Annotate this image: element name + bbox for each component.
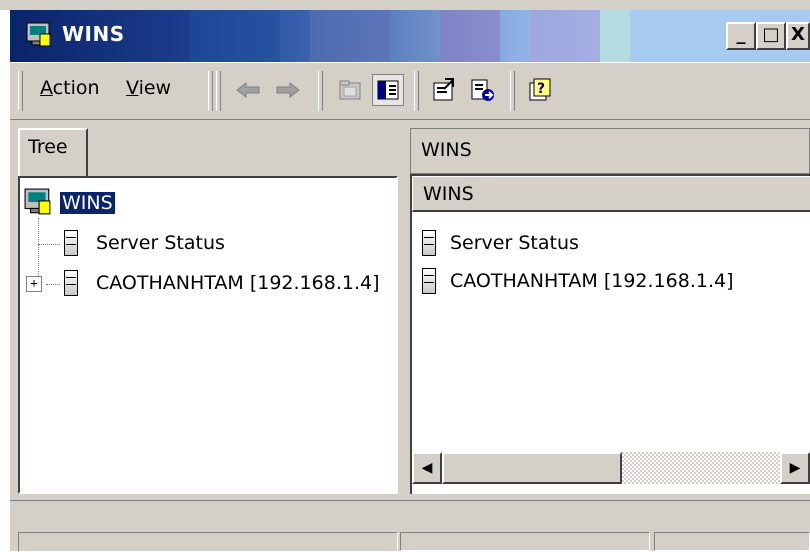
toolbar-grip[interactable] — [208, 71, 213, 111]
wins-app-icon — [26, 22, 51, 47]
toolbar-separator — [510, 71, 515, 111]
window-frame-edge — [0, 10, 10, 551]
title-bar-band — [190, 10, 280, 62]
toolbar-grip[interactable] — [18, 71, 23, 111]
back-arrow-icon[interactable] — [232, 74, 264, 106]
status-cell — [654, 532, 810, 551]
title-bar-band — [600, 10, 630, 62]
maximize-icon: □ — [762, 24, 780, 45]
title-bar-band — [440, 10, 500, 62]
minimize-icon: _ — [736, 24, 746, 45]
wins-node-icon — [24, 188, 51, 215]
properties-icon[interactable] — [428, 74, 460, 106]
menu-action-accel: A — [40, 77, 53, 99]
server-icon — [422, 268, 436, 294]
scroll-left-button[interactable]: ◀ — [412, 452, 442, 484]
title-bar[interactable]: WINS _ □ X — [10, 10, 810, 62]
tree-label-server-status: Server Status — [96, 232, 225, 254]
up-folder-icon[interactable] — [334, 74, 366, 106]
details-pane-title: WINS — [421, 139, 472, 161]
toolbar-separator — [318, 71, 323, 111]
status-divider — [10, 500, 810, 501]
tab-tree-label: Tree — [28, 136, 68, 158]
status-cell — [400, 532, 650, 551]
details-pane-header: WINS — [410, 128, 810, 174]
server-icon — [64, 230, 78, 256]
toolbar-grip[interactable] — [216, 71, 221, 111]
menu-action[interactable]: Action — [40, 77, 100, 99]
column-header-wins[interactable]: WINS — [412, 176, 810, 212]
server-icon — [422, 230, 436, 256]
show-hide-tree-icon[interactable] — [372, 74, 404, 106]
close-button[interactable]: X — [786, 22, 810, 50]
tree-connector — [38, 218, 39, 284]
export-list-icon[interactable] — [466, 74, 498, 106]
maximize-button[interactable]: □ — [756, 22, 786, 50]
expand-plus-icon[interactable]: + — [26, 276, 42, 292]
server-icon — [64, 270, 78, 296]
menu-view[interactable]: View — [126, 77, 171, 99]
toolbar-separator — [414, 71, 419, 111]
menu-view-accel: V — [126, 77, 139, 99]
scroll-left-icon: ◀ — [421, 460, 433, 476]
scroll-right-icon: ▶ — [789, 460, 801, 476]
window-title: WINS — [62, 22, 125, 46]
minimize-button[interactable]: _ — [726, 22, 756, 50]
mmc-window: WINS _ □ X Action View ? Tree WINS WINS … — [0, 0, 810, 552]
tree-connector — [46, 284, 60, 285]
svg-text:?: ? — [537, 81, 545, 97]
expand-plus-glyph: + — [30, 276, 38, 290]
status-bar — [10, 500, 810, 552]
list-item-label: CAOTHANHTAM [192.168.1.4] — [450, 270, 734, 292]
list-item-label: Server Status — [450, 232, 579, 254]
tree-connector — [38, 244, 60, 245]
horizontal-scrollbar[interactable]: ◀ ▶ — [412, 452, 810, 484]
details-list[interactable]: WINS Server Status CAOTHANHTAM [192.168.… — [410, 174, 810, 494]
scroll-right-button[interactable]: ▶ — [780, 452, 810, 484]
menu-view-rest: iew — [138, 77, 172, 99]
column-header-label: WINS — [423, 183, 474, 205]
menu-action-rest: ction — [52, 77, 100, 99]
menu-toolbar: Action View ? — [10, 62, 810, 120]
forward-arrow-icon[interactable] — [272, 74, 304, 106]
console-tree[interactable]: WINS Server Status + CAOTHANHTAM [192.16… — [18, 176, 398, 494]
status-cell — [18, 532, 398, 552]
tab-tree[interactable]: Tree — [18, 128, 88, 176]
close-icon: X — [791, 24, 805, 45]
title-bar-band — [310, 10, 390, 62]
help-icon[interactable]: ? — [524, 74, 556, 106]
scroll-thumb[interactable] — [442, 452, 622, 484]
tree-label-caothanhtam: CAOTHANHTAM [192.168.1.4] — [96, 272, 380, 294]
title-bar-band — [530, 10, 600, 62]
tree-label-wins: WINS — [59, 191, 116, 215]
